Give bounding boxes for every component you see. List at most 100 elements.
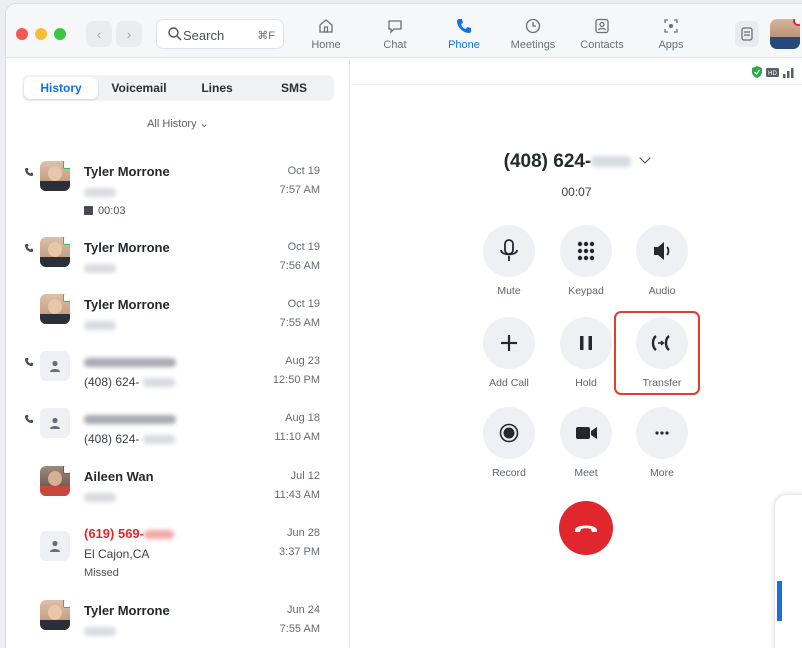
call-direction-icon: [25, 168, 33, 176]
history-item-missed[interactable]: (619) 569- El Cajon,CA Missed Jun 28 3:3…: [6, 521, 350, 585]
tab-label: Apps: [658, 39, 684, 51]
history-item[interactable]: Tyler Morrone Oct 19 7:55 AM: [6, 292, 350, 336]
hang-up-icon: [575, 525, 597, 532]
search-icon: [168, 27, 182, 41]
speaker-icon: [654, 242, 670, 260]
redacted-contact-name: [84, 354, 176, 369]
apps-icon: [664, 19, 678, 33]
active-call-panel: HD (408) 624- 00:07 Mute Keypad Audio Ad…: [351, 59, 802, 648]
keypad-button[interactable]: Keypad: [559, 225, 613, 297]
contact-name: Tyler Morrone: [84, 603, 170, 618]
call-time: 7:56 AM: [279, 260, 320, 272]
contact-avatar: [40, 294, 70, 324]
minimize-window-button[interactable]: [35, 28, 47, 40]
tab-label: Meetings: [510, 39, 556, 51]
segment-sms[interactable]: SMS: [256, 77, 332, 99]
contact-avatar: [40, 237, 70, 267]
zoom-window: ‹ › Search ⌘F Home Chat Phone Meetings C…: [6, 4, 802, 648]
call-date: Oct 19: [287, 241, 320, 253]
title-bar: ‹ › Search ⌘F Home Chat Phone Meetings C…: [6, 4, 802, 58]
more-button[interactable]: More: [635, 407, 689, 479]
add-call-button[interactable]: Add Call: [482, 317, 536, 389]
person-icon: [50, 417, 60, 429]
chevron-down-icon: [639, 152, 651, 164]
tab-meetings[interactable]: Meetings: [503, 14, 563, 54]
side-panel-card[interactable]: [775, 495, 802, 648]
status-badge-icon: [63, 466, 70, 474]
call-direction-icon: [25, 358, 33, 366]
mute-button[interactable]: Mute: [482, 225, 536, 297]
back-button[interactable]: ‹: [86, 21, 112, 47]
call-date: Jul 12: [290, 470, 320, 482]
record-icon: [499, 423, 519, 443]
search-placeholder: Search: [183, 28, 225, 43]
contact-name: Tyler Morrone: [84, 240, 170, 255]
call-date: Jun 24: [286, 604, 320, 616]
record-label: Record: [492, 467, 526, 479]
call-time: 7:55 AM: [279, 623, 320, 635]
tab-contacts[interactable]: Contacts: [572, 14, 632, 54]
generic-contact-avatar: [40, 408, 70, 438]
voicemail-duration: 00:03: [98, 205, 126, 217]
voicemail-icon: [84, 206, 93, 215]
more-icon: [655, 431, 669, 435]
history-item[interactable]: Aileen Wan Jul 12 11:43 AM: [6, 464, 350, 508]
call-number-prefix: (408) 624-: [503, 151, 592, 172]
missed-number: (619) 569-: [84, 526, 174, 541]
search-shortcut: ⌘F: [257, 30, 275, 42]
voicemail-indicator[interactable]: 00:03: [84, 205, 126, 217]
contacts-icon: [595, 18, 609, 34]
tab-home[interactable]: Home: [296, 14, 356, 54]
home-icon: [319, 19, 333, 33]
tab-phone[interactable]: Phone: [434, 14, 494, 54]
room-device-icon[interactable]: [735, 21, 759, 47]
keypad-label: Keypad: [568, 285, 604, 297]
call-direction-icon: [25, 244, 33, 252]
call-time: 11:43 AM: [274, 489, 320, 501]
zoom-window-button[interactable]: [54, 28, 66, 40]
add-call-label: Add Call: [489, 377, 529, 389]
call-date: Aug 18: [285, 412, 320, 424]
desk-phone-badge-icon: [63, 600, 70, 608]
hold-button[interactable]: Hold: [559, 317, 613, 389]
history-item[interactable]: (408) 624- Aug 18 11:10 AM: [6, 406, 350, 450]
call-number[interactable]: (408) 624-: [351, 151, 802, 173]
history-filter-dropdown[interactable]: All History ⌄: [6, 117, 350, 130]
person-icon: [50, 360, 60, 372]
microphone-icon: [500, 239, 518, 261]
search-box[interactable]: Search ⌘F: [156, 19, 284, 49]
segment-history[interactable]: History: [24, 77, 98, 99]
status-dot-icon: [793, 19, 800, 26]
desk-phone-badge-icon: [63, 237, 70, 245]
end-call-button[interactable]: [559, 501, 613, 555]
tab-label: Contacts: [580, 39, 624, 51]
history-item[interactable]: Tyler Morrone Jun 24 7:55 AM: [6, 598, 350, 642]
generic-contact-avatar: [40, 351, 70, 381]
close-window-button[interactable]: [16, 28, 28, 40]
segment-lines[interactable]: Lines: [180, 77, 254, 99]
svg-text:HD: HD: [768, 71, 777, 77]
history-item[interactable]: (408) 624- Aug 23 12:50 PM: [6, 349, 350, 393]
video-camera-icon: [576, 427, 597, 439]
redacted-number: [84, 318, 116, 332]
side-panel-accent: [777, 581, 782, 621]
forward-button[interactable]: ›: [116, 21, 142, 47]
redacted-number: [84, 261, 116, 275]
contact-avatar: [40, 466, 70, 496]
segment-voicemail[interactable]: Voicemail: [100, 77, 178, 99]
clock-icon: [525, 18, 541, 34]
history-item[interactable]: Tyler Morrone Oct 19 7:56 AM: [6, 235, 350, 279]
contact-number: (408) 624-: [84, 432, 175, 446]
audio-button[interactable]: Audio: [635, 225, 689, 297]
tab-apps[interactable]: Apps: [641, 14, 701, 54]
meet-button[interactable]: Meet: [559, 407, 613, 479]
tab-chat[interactable]: Chat: [365, 14, 425, 54]
pause-icon: [580, 336, 592, 350]
tab-label: Phone: [448, 39, 480, 51]
tab-label: Chat: [383, 39, 407, 51]
profile-avatar[interactable]: [770, 19, 800, 49]
record-button[interactable]: Record: [482, 407, 536, 479]
call-direction-icon: [25, 415, 33, 423]
redacted-number: [84, 624, 116, 638]
history-item[interactable]: Tyler Morrone 00:03 Oct 19 7:57 AM: [6, 159, 350, 221]
